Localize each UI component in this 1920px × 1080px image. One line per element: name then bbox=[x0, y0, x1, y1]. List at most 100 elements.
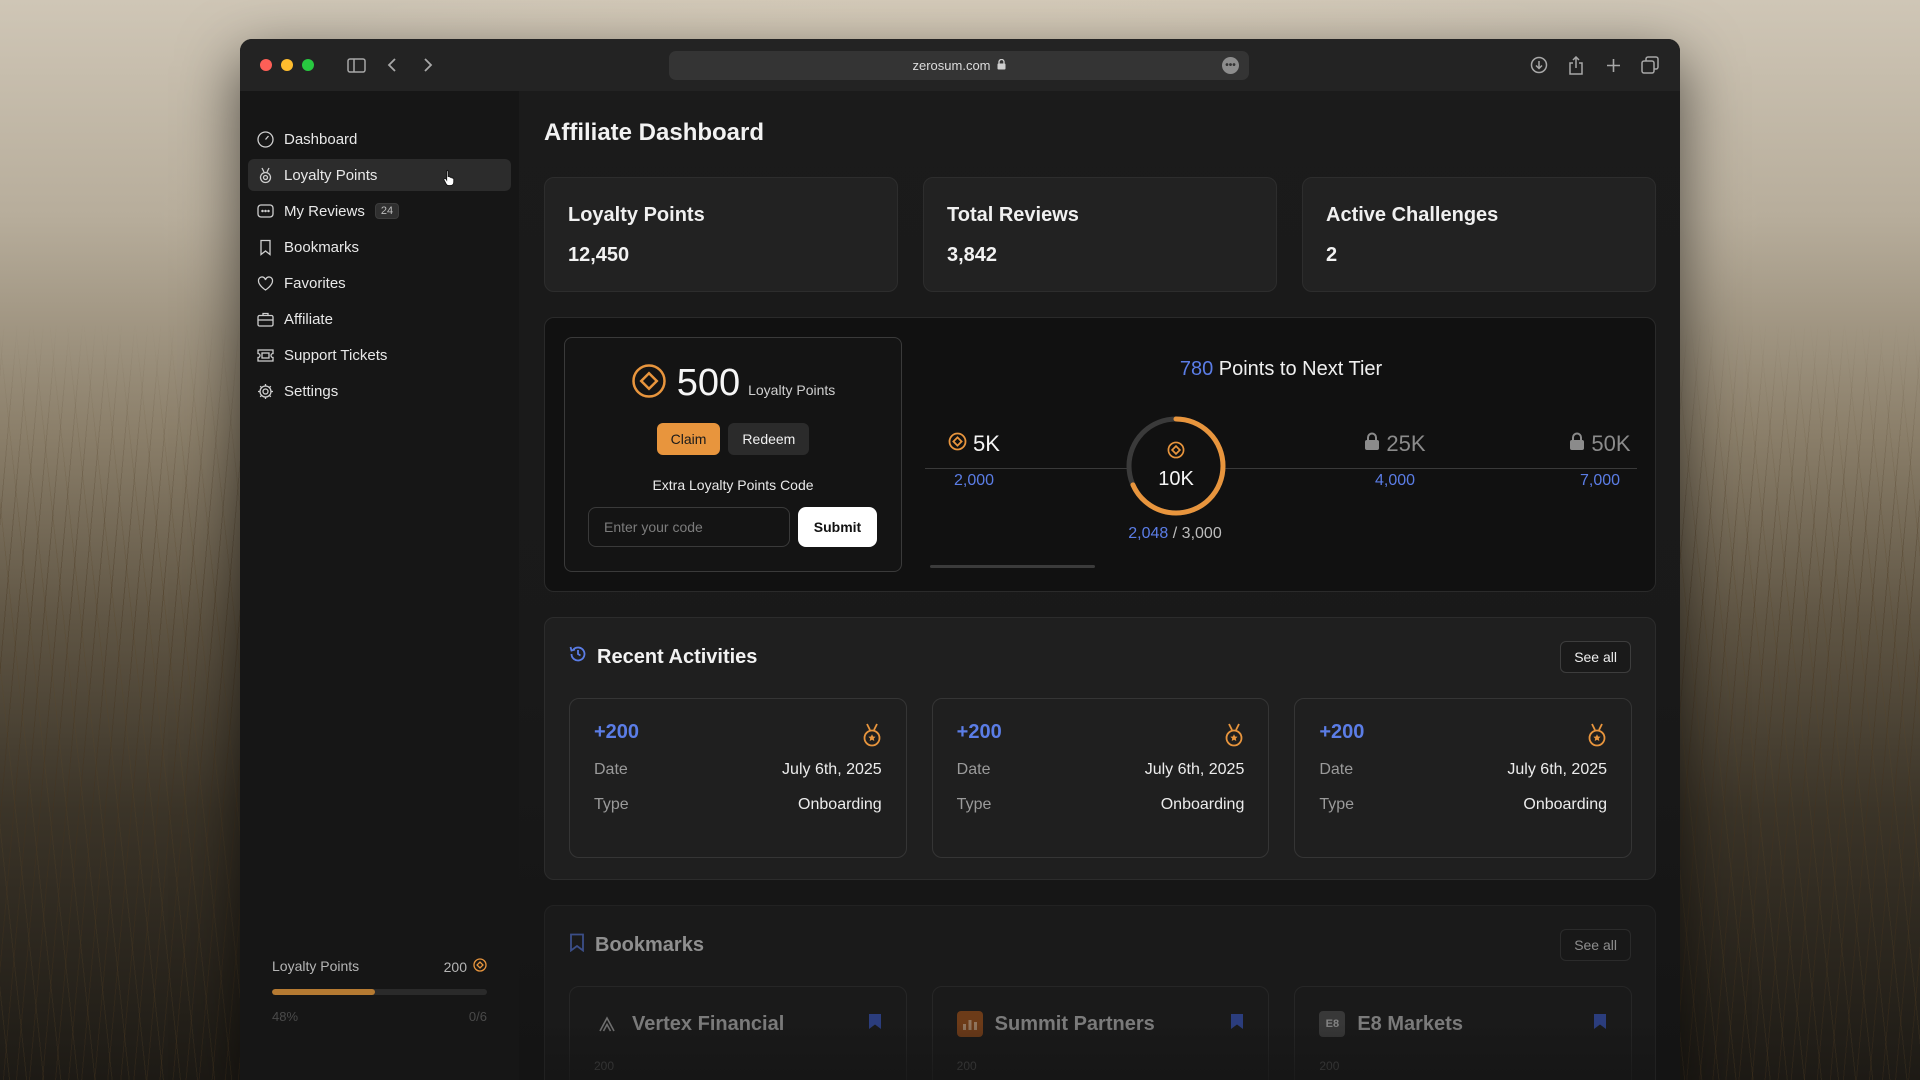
claim-button[interactable]: Claim bbox=[656, 423, 721, 455]
bookmark-filled-icon[interactable] bbox=[1593, 1013, 1607, 1035]
coin-icon bbox=[473, 958, 487, 975]
medal-icon bbox=[1587, 723, 1607, 752]
sidebar-item-loyalty-points[interactable]: Loyalty Points bbox=[248, 159, 511, 191]
claim-points-box: 500 Loyalty Points Claim Redeem Extra Lo… bbox=[564, 337, 902, 572]
stat-card-total-reviews: Total Reviews 3,842 bbox=[923, 177, 1277, 292]
next-tier-heading: 780 Points to Next Tier bbox=[925, 358, 1637, 381]
activity-date: July 6th, 2025 bbox=[782, 761, 882, 778]
sidebar-nav: Dashboard Loyalty Points My Reviews 24 B… bbox=[240, 91, 519, 407]
sidebar-item-label: Settings bbox=[284, 382, 339, 400]
coin-icon bbox=[631, 363, 667, 404]
stat-value: 12,450 bbox=[568, 244, 630, 266]
close-window-button[interactable] bbox=[260, 59, 272, 71]
heart-icon bbox=[257, 275, 274, 291]
address-bar[interactable]: zerosum.com ••• bbox=[669, 51, 1249, 80]
code-input[interactable] bbox=[588, 507, 790, 547]
activity-card: +200 Date July 6th, 2025 Type Onboarding bbox=[569, 698, 907, 858]
see-all-bookmarks-button[interactable]: See all bbox=[1560, 929, 1631, 961]
toolbar-right bbox=[1527, 53, 1662, 77]
current-tier-ring: 10K bbox=[1124, 414, 1228, 518]
tier-50k: 50K 7,000 bbox=[1555, 431, 1645, 490]
sidebar-item-label: Support Tickets bbox=[284, 346, 388, 364]
points-needed: 780 bbox=[1179, 358, 1214, 380]
message-icon bbox=[257, 203, 274, 218]
claim-amount: 500 bbox=[676, 362, 741, 404]
sidebar-item-affiliate[interactable]: Affiliate bbox=[248, 303, 511, 335]
sidebar-loyalty-label: Loyalty Points bbox=[272, 958, 360, 974]
sidebar-item-favorites[interactable]: Favorites bbox=[248, 267, 511, 299]
tier-scrollbar[interactable] bbox=[930, 565, 1095, 568]
medal-icon bbox=[1224, 723, 1244, 752]
bookmark-card[interactable]: Summit Partners 200 bbox=[931, 986, 1270, 1080]
share-icon[interactable] bbox=[1564, 53, 1588, 77]
zoom-window-button[interactable] bbox=[302, 59, 314, 71]
activity-date: July 6th, 2025 bbox=[1144, 761, 1245, 778]
current-target: / 3,000 bbox=[1172, 525, 1222, 542]
window-controls bbox=[260, 59, 314, 71]
activity-date: July 6th, 2025 bbox=[1507, 761, 1608, 778]
sidebar-loyalty-widget: Loyalty Points 200 48% 0/6 bbox=[272, 958, 487, 1024]
more-options-icon[interactable]: ••• bbox=[1222, 57, 1239, 74]
briefcase-icon bbox=[257, 312, 274, 327]
vertex-logo-icon bbox=[594, 1011, 620, 1037]
tab-overview-icon[interactable] bbox=[1638, 53, 1662, 77]
lock-icon bbox=[997, 58, 1006, 73]
bookmarks-section: Bookmarks See all Vertex Financial 200 S… bbox=[544, 905, 1656, 1080]
gear-icon bbox=[258, 383, 273, 399]
medal-icon bbox=[862, 723, 882, 752]
stat-label: Loyalty Points bbox=[568, 204, 705, 226]
lock-icon bbox=[1569, 431, 1585, 457]
bookmark-name: Vertex Financial bbox=[632, 1012, 785, 1035]
sidebar: Dashboard Loyalty Points My Reviews 24 B… bbox=[240, 91, 519, 1080]
sidebar-item-settings[interactable]: Settings bbox=[248, 375, 511, 407]
bookmark-filled-icon[interactable] bbox=[1230, 1013, 1244, 1035]
sidebar-item-bookmarks[interactable]: Bookmarks bbox=[248, 231, 511, 263]
bookmark-name: E8 Markets bbox=[1357, 1012, 1463, 1035]
bookmark-icon bbox=[569, 933, 585, 958]
activity-date-label: Date bbox=[1319, 761, 1354, 778]
current-tier-progress: 2,048 / 3,000 bbox=[1075, 525, 1275, 543]
sidebar-item-support-tickets[interactable]: Support Tickets bbox=[248, 339, 511, 371]
claim-unit: Loyalty Points bbox=[748, 382, 836, 398]
sidebar-loyalty-value: 200 bbox=[443, 958, 467, 975]
bookmark-card[interactable]: Vertex Financial 200 bbox=[569, 986, 907, 1080]
activity-date-label: Date bbox=[956, 761, 991, 778]
tier-label: 5K bbox=[973, 431, 1000, 456]
sidebar-item-my-reviews[interactable]: My Reviews 24 bbox=[248, 195, 511, 227]
forward-arrow-icon[interactable] bbox=[416, 53, 440, 77]
browser-titlebar: zerosum.com ••• bbox=[240, 39, 1680, 91]
sidebar-toggle-icon[interactable] bbox=[344, 53, 368, 77]
coin-icon bbox=[1167, 441, 1185, 464]
sidebar-item-label: Favorites bbox=[284, 274, 346, 292]
stats-row: Loyalty Points 12,450 Total Reviews 3,84… bbox=[544, 177, 1656, 292]
sidebar-item-label: Dashboard bbox=[284, 130, 358, 148]
sidebar-loyalty-progress-bar bbox=[272, 989, 487, 995]
see-all-activities-button[interactable]: See all bbox=[1560, 641, 1631, 673]
sidebar-item-dashboard[interactable]: Dashboard bbox=[248, 123, 511, 155]
bookmark-filled-icon[interactable] bbox=[868, 1013, 882, 1035]
tier-points: 7,000 bbox=[1579, 472, 1621, 489]
sidebar-item-label: Loyalty Points bbox=[284, 166, 378, 184]
activity-date-label: Date bbox=[594, 761, 628, 778]
back-arrow-icon[interactable] bbox=[380, 53, 404, 77]
submit-code-button[interactable]: Submit bbox=[798, 507, 877, 547]
loyalty-tier-panel: 500 Loyalty Points Claim Redeem Extra Lo… bbox=[544, 317, 1656, 592]
redeem-button[interactable]: Redeem bbox=[728, 423, 810, 455]
main-content: Affiliate Dashboard Loyalty Points 12,45… bbox=[519, 91, 1680, 1080]
download-icon[interactable] bbox=[1527, 53, 1551, 77]
history-icon bbox=[569, 645, 587, 669]
bookmark-card[interactable]: E8 E8 Markets 200 bbox=[1294, 986, 1633, 1080]
tier-points: 4,000 bbox=[1374, 472, 1416, 489]
new-tab-icon[interactable] bbox=[1601, 53, 1625, 77]
stat-card-active-challenges: Active Challenges 2 bbox=[1302, 177, 1656, 292]
current-progress: 2,048 bbox=[1128, 525, 1169, 542]
activity-type: Onboarding bbox=[798, 796, 882, 813]
stat-value: 3,842 bbox=[947, 244, 998, 266]
medal-icon bbox=[259, 167, 272, 183]
extra-code-label: Extra Loyalty Points Code bbox=[652, 477, 814, 493]
minimize-window-button[interactable] bbox=[281, 59, 293, 71]
page-title: Affiliate Dashboard bbox=[544, 119, 765, 146]
activity-type-label: Type bbox=[594, 796, 629, 813]
stat-label: Active Challenges bbox=[1326, 204, 1499, 226]
sidebar-loyalty-progress-fill bbox=[272, 989, 376, 995]
